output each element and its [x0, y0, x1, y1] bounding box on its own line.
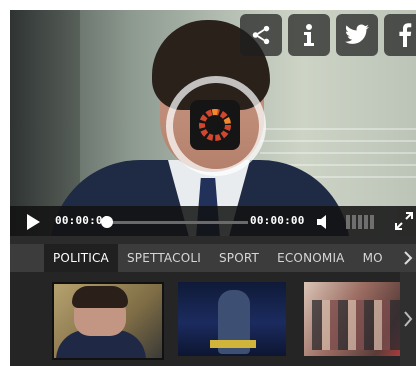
volume-level-bar[interactable]: [352, 215, 356, 229]
volume-level-bar[interactable]: [370, 215, 374, 229]
facebook-icon: [399, 23, 412, 47]
video-background-glass: [260, 152, 416, 154]
tab-more[interactable]: MO: [354, 244, 392, 272]
thumbnails-next-arrow-icon[interactable]: [400, 272, 416, 366]
volume-level-bar[interactable]: [358, 215, 362, 229]
video-thumbnail-3[interactable]: [304, 282, 412, 356]
tab-spettacoli[interactable]: SPETTACOLI: [118, 244, 210, 272]
twitter-button[interactable]: [336, 14, 378, 56]
fullscreen-icon[interactable]: [395, 212, 413, 230]
tab-sport[interactable]: SPORT: [210, 244, 268, 272]
thumbnail-crowd: [312, 300, 402, 350]
facebook-button[interactable]: [384, 14, 416, 56]
share-button[interactable]: [240, 14, 282, 56]
info-icon: [304, 24, 314, 46]
tabs-next-arrow-icon[interactable]: [400, 244, 416, 272]
tab-politica[interactable]: POLITICA: [44, 244, 118, 272]
share-icon: [252, 25, 270, 45]
control-bar: 00:00:00 00:00:00: [10, 206, 416, 236]
seek-handle[interactable]: [101, 216, 113, 228]
volume-level-bar[interactable]: [346, 215, 350, 229]
video-frame[interactable]: 00:00:00 00:00:00: [10, 10, 416, 236]
volume-level-bar[interactable]: [364, 215, 368, 229]
info-button[interactable]: [288, 14, 330, 56]
category-tabs: POLITICA SPETTACOLI SPORT ECONOMIA MO: [10, 244, 416, 272]
thumbnail-strip: [10, 272, 416, 366]
seek-bar[interactable]: [102, 221, 248, 224]
loading-spinner-icon: [199, 109, 231, 141]
twitter-icon: [345, 24, 369, 44]
thumbnail-person-hair: [72, 286, 128, 308]
thumbnail-caption-strip: [210, 340, 256, 348]
video-background-glass: [260, 128, 416, 130]
tab-economia[interactable]: ECONOMIA: [268, 244, 354, 272]
play-icon[interactable]: [24, 213, 42, 231]
video-thumbnail-2[interactable]: [178, 282, 286, 356]
video-thumbnail-1[interactable]: [52, 282, 164, 360]
volume-icon[interactable]: [316, 214, 332, 230]
duration-time: 00:00:00: [250, 214, 305, 227]
video-player: 00:00:00 00:00:00 POLITICA SPETTACOLI SP…: [10, 10, 416, 366]
video-background-glass: [260, 140, 416, 142]
